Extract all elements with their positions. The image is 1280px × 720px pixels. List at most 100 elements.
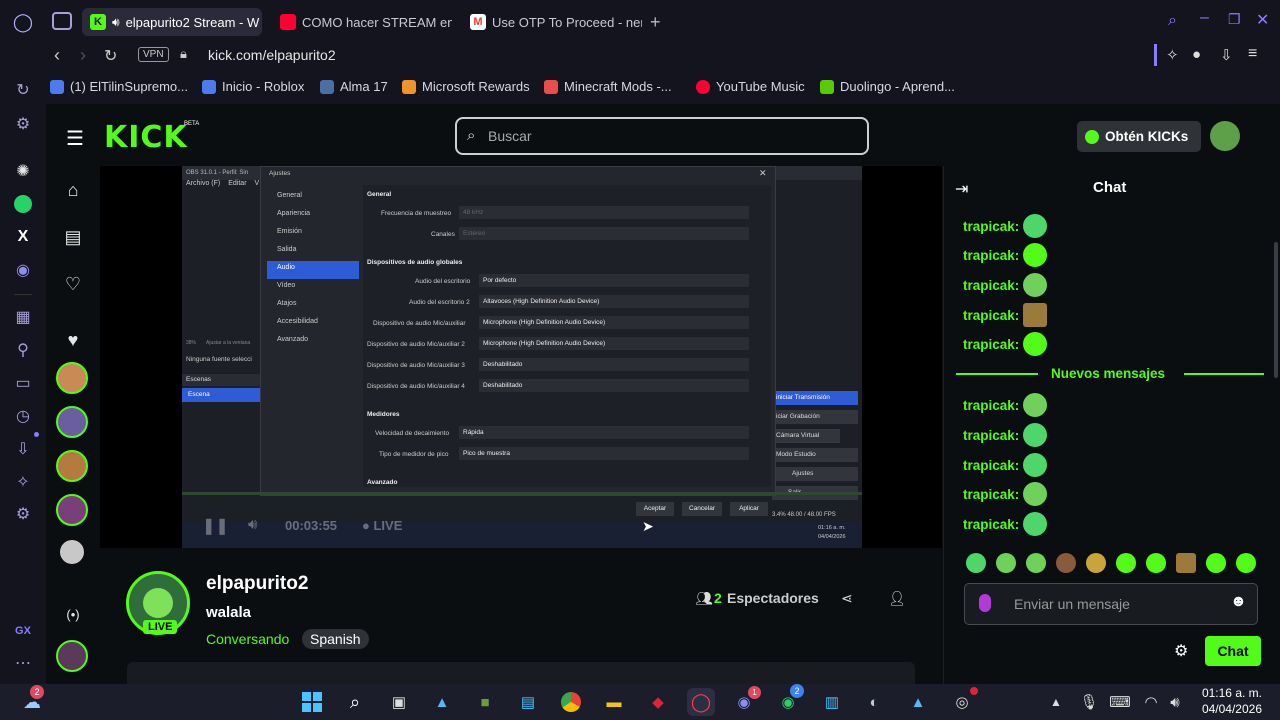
back-icon[interactable]: ‹ (54, 45, 60, 66)
chat-scrollbar[interactable] (1274, 242, 1278, 378)
app-icon[interactable]: ▥ (818, 688, 846, 716)
photos-icon[interactable]: ▲ (428, 688, 456, 716)
hamburger-menu-icon[interactable]: ☰ (66, 126, 84, 151)
send-chat-button[interactable]: Chat (1205, 636, 1261, 666)
lock-icon[interactable]: 🔒︎ (180, 46, 187, 62)
gamepad-icon[interactable] (52, 12, 72, 30)
follow-user-icon[interactable]: 👤︎ (888, 590, 906, 607)
share-icon[interactable]: ⋖ (841, 590, 853, 607)
followed-channel-avatar[interactable] (56, 494, 88, 526)
task-view-icon[interactable]: ▣ (385, 688, 413, 716)
x-twitter-icon[interactable]: X (12, 226, 34, 248)
chatgpt-icon[interactable]: ✺ (12, 160, 34, 182)
search-input[interactable]: Buscar (488, 128, 532, 144)
language-tag[interactable]: Spanish (302, 629, 369, 649)
reload-icon[interactable]: ↻ (104, 46, 117, 66)
forward-icon[interactable]: › (80, 45, 86, 66)
search-box[interactable]: ⌕ Buscar (455, 117, 869, 155)
url-field[interactable]: kick.com/elpapurito2 (208, 47, 336, 63)
volume-tray-icon[interactable]: 🔊︎ (1161, 688, 1189, 716)
opera-logo-icon[interactable]: ◯ (12, 11, 34, 33)
discord-icon[interactable]: ◉ (12, 259, 34, 281)
chat-input[interactable]: Enviar un mensaje ☻ (964, 583, 1258, 625)
tray-overflow-icon[interactable]: ▲ (1042, 688, 1070, 716)
ai-tools-icon[interactable]: ⚙ (12, 113, 34, 135)
wallet-icon[interactable]: ▭ (12, 372, 34, 394)
chat-username[interactable]: trapicak: (963, 398, 1019, 413)
chat-username[interactable]: trapicak: (963, 219, 1019, 234)
home-icon[interactable]: ⌂ (62, 180, 84, 202)
chat-username[interactable]: trapicak: (963, 278, 1019, 293)
whatsapp-icon[interactable] (12, 193, 34, 215)
chat-username[interactable]: trapicak: (963, 487, 1019, 502)
chrome-icon[interactable] (557, 688, 585, 716)
minimize-icon[interactable]: – (1200, 9, 1209, 27)
steam-icon[interactable]: ◐ (860, 688, 888, 716)
browse-icon[interactable]: ▤ (62, 227, 84, 249)
following-icon[interactable]: ♡ (62, 274, 84, 296)
history-icon[interactable]: ◷ (12, 405, 34, 427)
downloads-icon[interactable]: ⇩ (12, 438, 34, 460)
extensions-toolbar-icon[interactable]: ✧ (1166, 46, 1179, 64)
live-broadcast-icon[interactable]: (•) (62, 607, 84, 629)
emote-icon[interactable] (1176, 553, 1196, 573)
followed-channel-avatar[interactable] (56, 640, 88, 672)
taskbar-search-icon[interactable]: ⌕ (341, 688, 369, 716)
volume-icon[interactable]: 🔊︎ (248, 516, 257, 533)
more-icon[interactable]: ⋯ (12, 652, 34, 674)
file-explorer-icon[interactable]: ▬ (600, 688, 628, 716)
emote-icon[interactable] (966, 553, 986, 573)
keyboard-icon[interactable]: ⌨ (1106, 688, 1134, 716)
bookmark-item[interactable]: Duolingo - Aprend... (820, 79, 955, 94)
maximize-icon[interactable]: ❐ (1228, 11, 1241, 28)
bookmark-item[interactable]: Inicio - Roblox (202, 79, 304, 94)
settings-icon[interactable]: ⚙ (12, 503, 34, 525)
gx-label[interactable]: GX (12, 620, 34, 642)
user-avatar[interactable] (1210, 121, 1240, 151)
bookmark-item[interactable]: (1) ElTilinSupremo... (50, 79, 188, 94)
emote-icon[interactable] (1236, 553, 1256, 573)
clock-date[interactable]: 04/04/2026 (1200, 702, 1262, 716)
stream-category-link[interactable]: Conversando (206, 631, 289, 647)
followed-channel-avatar[interactable] (56, 362, 88, 394)
collapse-chat-icon[interactable]: ⇥ (955, 179, 968, 199)
menu-icon[interactable]: ≡ (1248, 45, 1257, 63)
store-icon[interactable]: ▤ (514, 688, 542, 716)
emote-icon[interactable] (1026, 553, 1046, 573)
profile-icon[interactable]: ● (1192, 46, 1201, 63)
download-icon[interactable]: ⇩ (1220, 46, 1233, 64)
photos-2-icon[interactable]: ▲ (904, 688, 932, 716)
vpn-badge[interactable]: VPN (138, 47, 169, 62)
followed-channel-avatar[interactable] (56, 450, 88, 482)
bookmark-item[interactable]: Minecraft Mods -... (544, 79, 672, 94)
followed-channel-avatar[interactable] (56, 406, 88, 438)
minecraft-icon[interactable]: ■ (471, 688, 499, 716)
clock-time[interactable]: 01:16 a. m. (1200, 686, 1262, 700)
roblox-icon[interactable]: ◆ (644, 688, 672, 716)
chat-username[interactable]: trapicak: (963, 428, 1019, 443)
tab-gmail[interactable]: M Use OTP To Proceed - nen (462, 8, 642, 36)
tray-mic-icon[interactable]: 🎙︎ (1075, 688, 1103, 716)
bookmark-item[interactable]: YouTube Music (696, 79, 805, 94)
emote-icon[interactable] (1056, 553, 1076, 573)
tab-youtube[interactable]: COMO hacer STREAM en (272, 8, 452, 36)
emote-icon[interactable] (996, 553, 1016, 573)
emote-icon[interactable] (1206, 553, 1226, 573)
chat-username[interactable]: trapicak: (963, 308, 1019, 323)
chat-username[interactable]: trapicak: (963, 248, 1019, 263)
opera-gx-taskbar-icon[interactable]: ◯ (687, 688, 715, 716)
workspaces-icon[interactable]: ▦ (12, 306, 34, 328)
chat-username[interactable]: trapicak: (963, 337, 1019, 352)
windows-start-icon[interactable] (298, 688, 326, 716)
followed-channel-avatar[interactable] (60, 540, 84, 564)
tab-search-icon[interactable]: ⌕ (1168, 12, 1177, 30)
get-kicks-button[interactable]: Obtén KICKs (1077, 121, 1201, 152)
bookmark-item[interactable]: Alma 17 (320, 79, 388, 94)
chat-settings-icon[interactable]: ⚙ (1174, 641, 1188, 661)
tab-kick[interactable]: K 🔊︎ elpapurito2 Stream - W (82, 8, 262, 36)
pin-icon[interactable]: ⚲ (12, 339, 34, 361)
aria-icon[interactable]: ↻ (12, 79, 34, 101)
extensions-icon[interactable]: ✧ (12, 471, 34, 493)
microphone-icon[interactable] (979, 594, 991, 612)
bookmark-item[interactable]: Microsoft Rewards (402, 79, 530, 94)
